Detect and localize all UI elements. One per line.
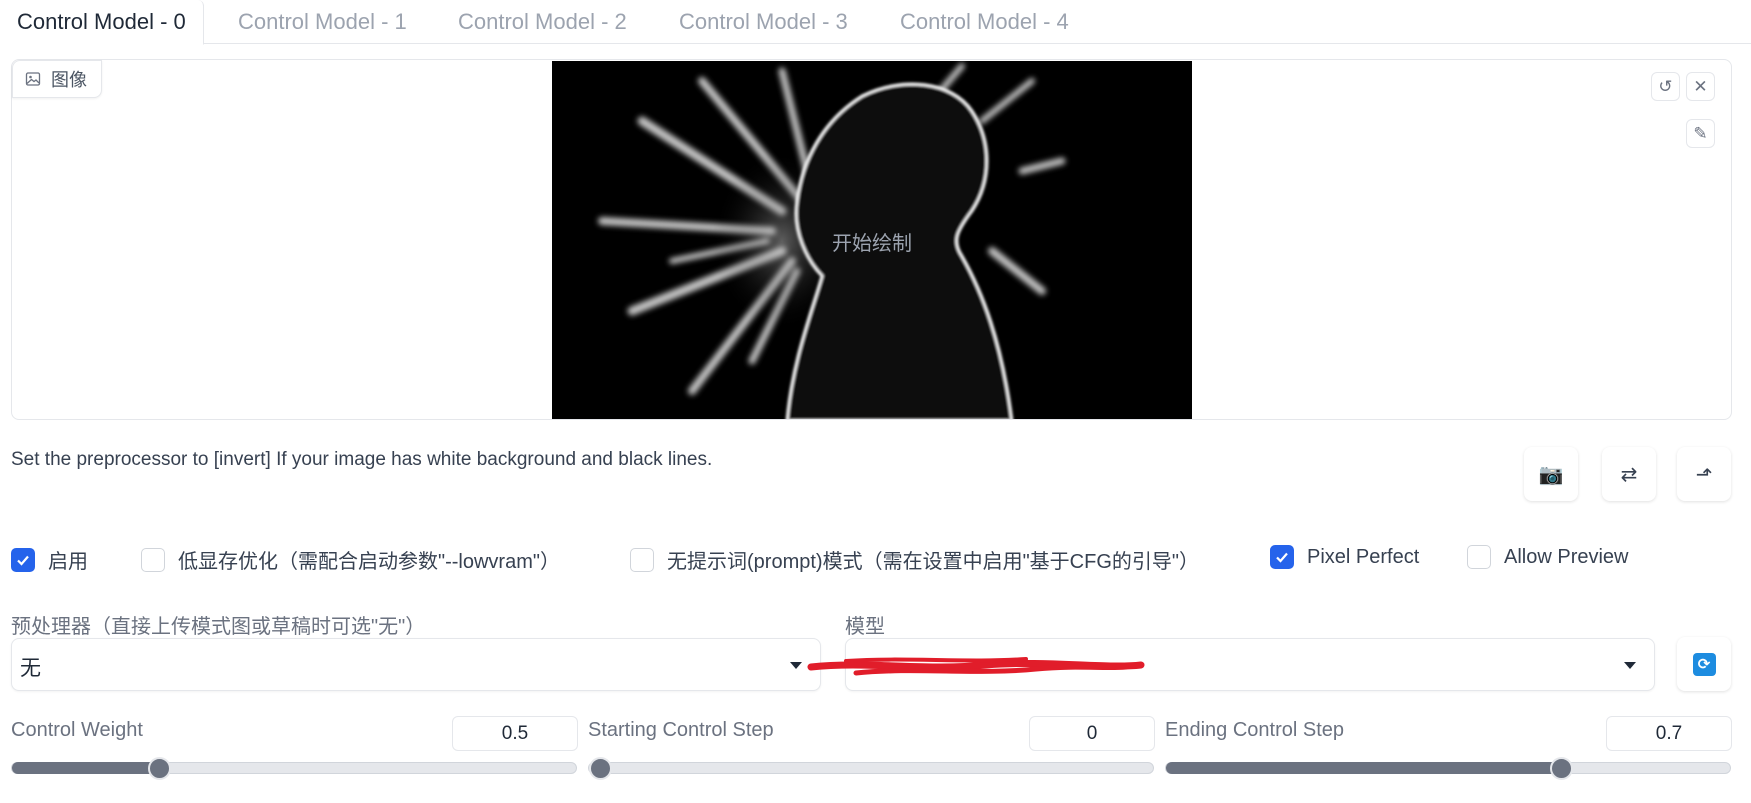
mirror-button[interactable]: ⇄ (1602, 447, 1656, 501)
redaction-scribble (807, 657, 1145, 676)
control-weight-slider[interactable] (11, 757, 577, 780)
slider-thumb[interactable] (589, 757, 612, 780)
model-label: 模型 (845, 616, 885, 638)
brush-button[interactable]: ✎ (1686, 119, 1715, 148)
control-weight-label: Control Weight (11, 719, 143, 741)
checkbox-label: 低显存优化（需配合启动参数"--lowvram"） (178, 551, 560, 573)
checkbox-label: 启用 (48, 551, 88, 573)
allow-preview-checkbox[interactable]: Allow Preview (1467, 545, 1628, 569)
checkbox-label: Pixel Perfect (1307, 545, 1420, 568)
checkbox-unchecked[interactable] (141, 547, 165, 572)
control-model-tabs: Control Model - 0 Control Model - 1 Cont… (0, 0, 1751, 45)
tab-control-model-2[interactable]: Control Model - 2 (441, 0, 644, 44)
preprocessor-value: 无 (20, 657, 41, 680)
slider-thumb[interactable] (1550, 757, 1573, 780)
swap-icon: ⇄ (1620, 463, 1638, 486)
tab-control-model-4[interactable]: Control Model - 4 (883, 0, 1086, 44)
starting-step-input[interactable]: 0 (1029, 716, 1155, 751)
send-icon: ⬏ (1695, 463, 1713, 486)
preprocessor-hint: Set the preprocessor to [invert] If your… (11, 449, 713, 470)
start-drawing-caption: 开始绘制 (832, 233, 912, 255)
ending-step-label: Ending Control Step (1165, 719, 1345, 741)
clear-button[interactable]: ✕ (1686, 72, 1715, 101)
enable-checkbox[interactable]: 启用 (11, 545, 88, 574)
slider-fill (12, 762, 159, 774)
image-icon (25, 72, 41, 86)
control-weight-input[interactable]: 0.5 (452, 716, 578, 751)
undo-button[interactable]: ↺ (1651, 72, 1680, 101)
checkbox-label: 无提示词(prompt)模式（需在设置中启用"基于CFG的引导"） (667, 551, 1199, 573)
tab-control-model-1[interactable]: Control Model - 1 (221, 0, 424, 44)
undo-icon: ↺ (1658, 76, 1673, 96)
webcam-button[interactable]: 📷 (1524, 447, 1578, 501)
pixel-perfect-checkbox[interactable]: Pixel Perfect (1270, 545, 1419, 569)
send-dimensions-button[interactable]: ⬏ (1677, 447, 1731, 501)
low-vram-checkbox[interactable]: 低显存优化（需配合启动参数"--lowvram"） (141, 545, 560, 574)
image-canvas-panel[interactable]: 图像 开始绘制 ↺ ✕ ✎ (11, 59, 1732, 420)
starting-step-slider[interactable] (588, 757, 1154, 780)
preprocessor-label: 预处理器（直接上传模式图或草稿时可选"无"） (11, 616, 426, 638)
brush-icon: ✎ (1693, 123, 1708, 143)
close-icon: ✕ (1693, 76, 1708, 96)
preprocessor-select[interactable]: 无 (11, 638, 821, 691)
tab-control-model-0[interactable]: Control Model - 0 (0, 0, 204, 45)
chevron-down-icon (790, 662, 802, 669)
ending-step-slider[interactable] (1165, 757, 1731, 780)
model-select[interactable] (807, 638, 1655, 691)
camera-icon: 📷 (1538, 463, 1564, 486)
tab-control-model-3[interactable]: Control Model - 3 (662, 0, 865, 44)
checkbox-label: Allow Preview (1504, 545, 1629, 568)
guess-mode-checkbox[interactable]: 无提示词(prompt)模式（需在设置中启用"基于CFG的引导"） (630, 545, 1199, 574)
starting-step-label: Starting Control Step (588, 719, 774, 741)
refresh-models-button[interactable]: ⟳ (1677, 637, 1731, 691)
uploaded-image[interactable]: 开始绘制 (552, 61, 1192, 419)
chevron-down-icon (1624, 662, 1636, 669)
refresh-icon: ⟳ (1692, 652, 1716, 676)
options-row: 启用 低显存优化（需配合启动参数"--lowvram"） 无提示词(prompt… (0, 545, 1751, 574)
checkbox-unchecked[interactable] (1467, 545, 1491, 569)
image-label-text: 图像 (51, 70, 87, 90)
checkbox-checked[interactable] (11, 547, 35, 572)
checkbox-checked[interactable] (1270, 545, 1294, 569)
slider-thumb[interactable] (148, 757, 171, 780)
image-label: 图像 (12, 60, 102, 98)
slider-fill (1166, 762, 1561, 774)
ending-step-input[interactable]: 0.7 (1606, 716, 1732, 751)
checkbox-unchecked[interactable] (630, 547, 654, 572)
